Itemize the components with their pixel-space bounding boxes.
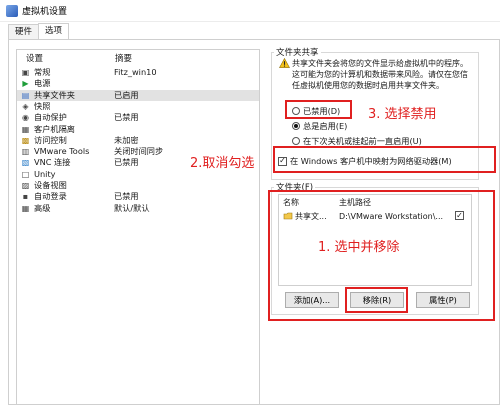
highlight-remove-button — [345, 287, 408, 313]
settings-item-summary: 默认/默认 — [114, 202, 150, 213]
snapshot-icon: ◈ — [22, 101, 29, 111]
title-bar: 虚拟机设置 — [0, 0, 500, 22]
settings-item-label: 自动保护 — [34, 112, 67, 123]
settings-item-12[interactable]: ▦ 高级 默认/默认 — [17, 203, 259, 214]
vnc-icon: ▧ — [21, 158, 30, 168]
settings-item-10[interactable]: ▨ 设备视图 — [17, 180, 259, 191]
unity-icon: □ — [21, 169, 30, 179]
general-icon: ▣ — [21, 68, 30, 77]
radio-until-poweroff-dot[interactable] — [292, 137, 300, 145]
radio-always-enabled-label: 总是启用(E) — [303, 121, 348, 131]
shared-folders-icon: ▤ — [21, 90, 30, 100]
settings-item-4[interactable]: ◉ 自动保护 已禁用 — [17, 112, 259, 123]
settings-list-header: 设置 摘要 — [17, 50, 259, 66]
highlight-disabled-radio — [285, 100, 352, 119]
annotation-step1: 1. 选中并移除 — [318, 240, 400, 255]
autologon-icon: ▪ — [22, 192, 29, 202]
settings-item-summary: Fitz_win10 — [114, 67, 157, 77]
settings-item-label: VMware Tools — [34, 146, 90, 157]
sharing-warning-text: 共享文件夹会将您的文件显示给虚拟机中的程序。这可能为您的计算机和数据带来风险。请… — [292, 59, 468, 90]
settings-item-6[interactable]: ▩ 访问控制 未加密 — [17, 135, 259, 146]
settings-item-label: 电源 — [34, 78, 51, 89]
settings-item-label: 高级 — [34, 202, 51, 213]
power-icon: ▶ — [22, 79, 29, 89]
autoprotect-icon: ◉ — [22, 113, 29, 123]
settings-list: 设置 摘要 ▣ 常规 Fitz_win10 ▶ 电源 ▤ 共享文件夹 已启用 ◈ 快照 ◉ 自动保护已… — [16, 49, 260, 405]
settings-item-11[interactable]: ▪ 自动登录 已禁用 — [17, 191, 259, 202]
settings-item-label: 常规 — [34, 67, 51, 77]
settings-item-5[interactable]: ▦ 客户机隔离 — [17, 124, 259, 135]
window-title: 虚拟机设置 — [22, 7, 68, 17]
tab-hardware[interactable]: 硬件 — [8, 24, 40, 39]
settings-item-summary: 已禁用 — [114, 157, 139, 168]
annotation-step2: 2.取消勾选 — [190, 156, 255, 171]
settings-item-summary: 已禁用 — [114, 112, 139, 123]
settings-item-summary: 已启用 — [114, 89, 139, 100]
radio-always-enabled[interactable]: 总是启用(E) — [292, 120, 347, 132]
settings-item-label: 共享文件夹 — [34, 89, 75, 100]
folder-sharing-title: 文件夹共享 — [274, 46, 321, 58]
warning-icon — [279, 58, 290, 68]
tab-options[interactable]: 选项 — [38, 23, 70, 39]
settings-item-summary: 关闭时间同步 — [114, 146, 164, 157]
radio-always-enabled-dot[interactable] — [292, 122, 300, 130]
settings-item-1[interactable]: ▶ 电源 — [17, 78, 259, 89]
settings-item-label: 访问控制 — [34, 134, 67, 145]
vmware-tools-icon: ▥ — [21, 147, 30, 157]
tab-bar: 硬件 选项 — [8, 23, 70, 40]
annotation-step3: 3. 选择禁用 — [368, 107, 437, 122]
appliance-view-icon: ▨ — [21, 181, 30, 190]
highlight-map-drive — [273, 146, 496, 173]
settings-item-label: 快照 — [34, 100, 51, 111]
access-control-icon: ▩ — [21, 135, 30, 145]
settings-item-label: VNC 连接 — [34, 157, 71, 168]
settings-item-label: 客户机隔离 — [34, 123, 75, 134]
settings-item-summary: 已禁用 — [114, 191, 139, 202]
vmware-app-icon — [6, 4, 18, 17]
settings-item-label: 自动登录 — [34, 191, 67, 202]
guest-isolation-icon: ▦ — [21, 124, 30, 134]
advanced-icon: ▦ — [21, 203, 30, 213]
settings-item-summary: 未加密 — [114, 134, 139, 145]
settings-item-label: 设备视图 — [34, 180, 67, 190]
settings-item-label: Unity — [34, 168, 56, 179]
settings-item-2[interactable]: ▤ 共享文件夹 已启用 — [17, 89, 259, 101]
settings-item-0[interactable]: ▣ 常规 Fitz_win10 — [17, 67, 259, 78]
settings-column-header: 设置 — [26, 54, 44, 64]
settings-item-3[interactable]: ◈ 快照 — [17, 101, 259, 112]
summary-column-header: 摘要 — [115, 54, 133, 64]
